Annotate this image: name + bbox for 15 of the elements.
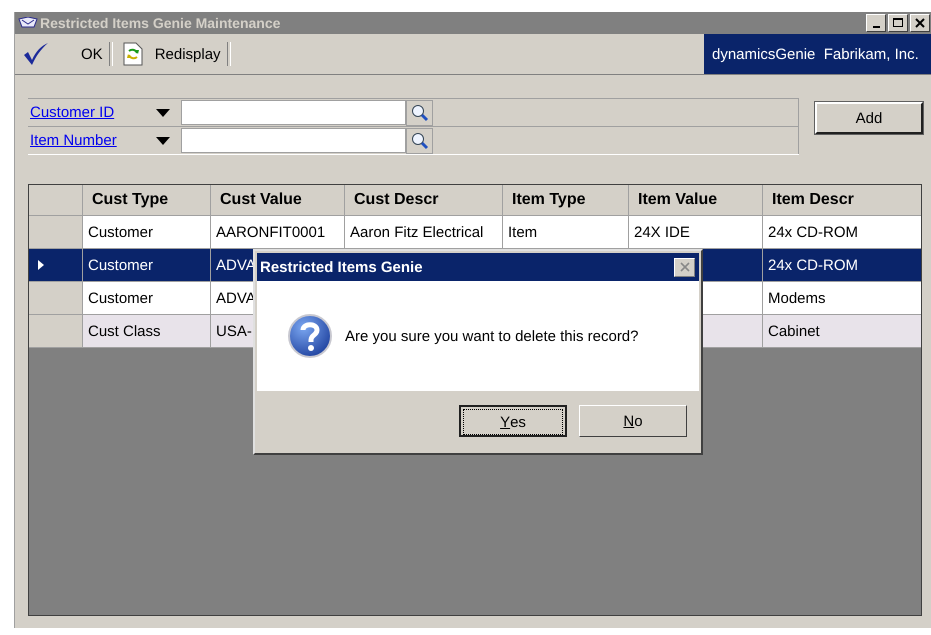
table-cell: Item bbox=[503, 216, 629, 248]
table-cell: Customer bbox=[83, 282, 211, 314]
table-cell-text: 24x CD-ROM bbox=[767, 222, 860, 242]
window-title: Restricted Items Genie Maintenance bbox=[40, 15, 282, 31]
table-cell: 24X IDE bbox=[629, 216, 763, 248]
table-cell: AARONFIT0001 bbox=[211, 216, 345, 248]
table-cell-text: Modems bbox=[767, 288, 827, 308]
table-cell: Cust Class bbox=[83, 315, 211, 347]
dialog-message: Are you sure you want to delete this record? bbox=[345, 328, 638, 344]
company-label: dynamicsGenie Fabrikam, Inc. bbox=[704, 34, 931, 74]
table-cell: Aaron Fitz Electrical bbox=[345, 216, 503, 248]
table-cell: Customer bbox=[83, 216, 211, 248]
table-cell: Customer bbox=[83, 249, 211, 281]
table-cell-text: Cabinet bbox=[767, 322, 821, 342]
table-cell-text: 24x CD-ROM bbox=[767, 256, 860, 276]
